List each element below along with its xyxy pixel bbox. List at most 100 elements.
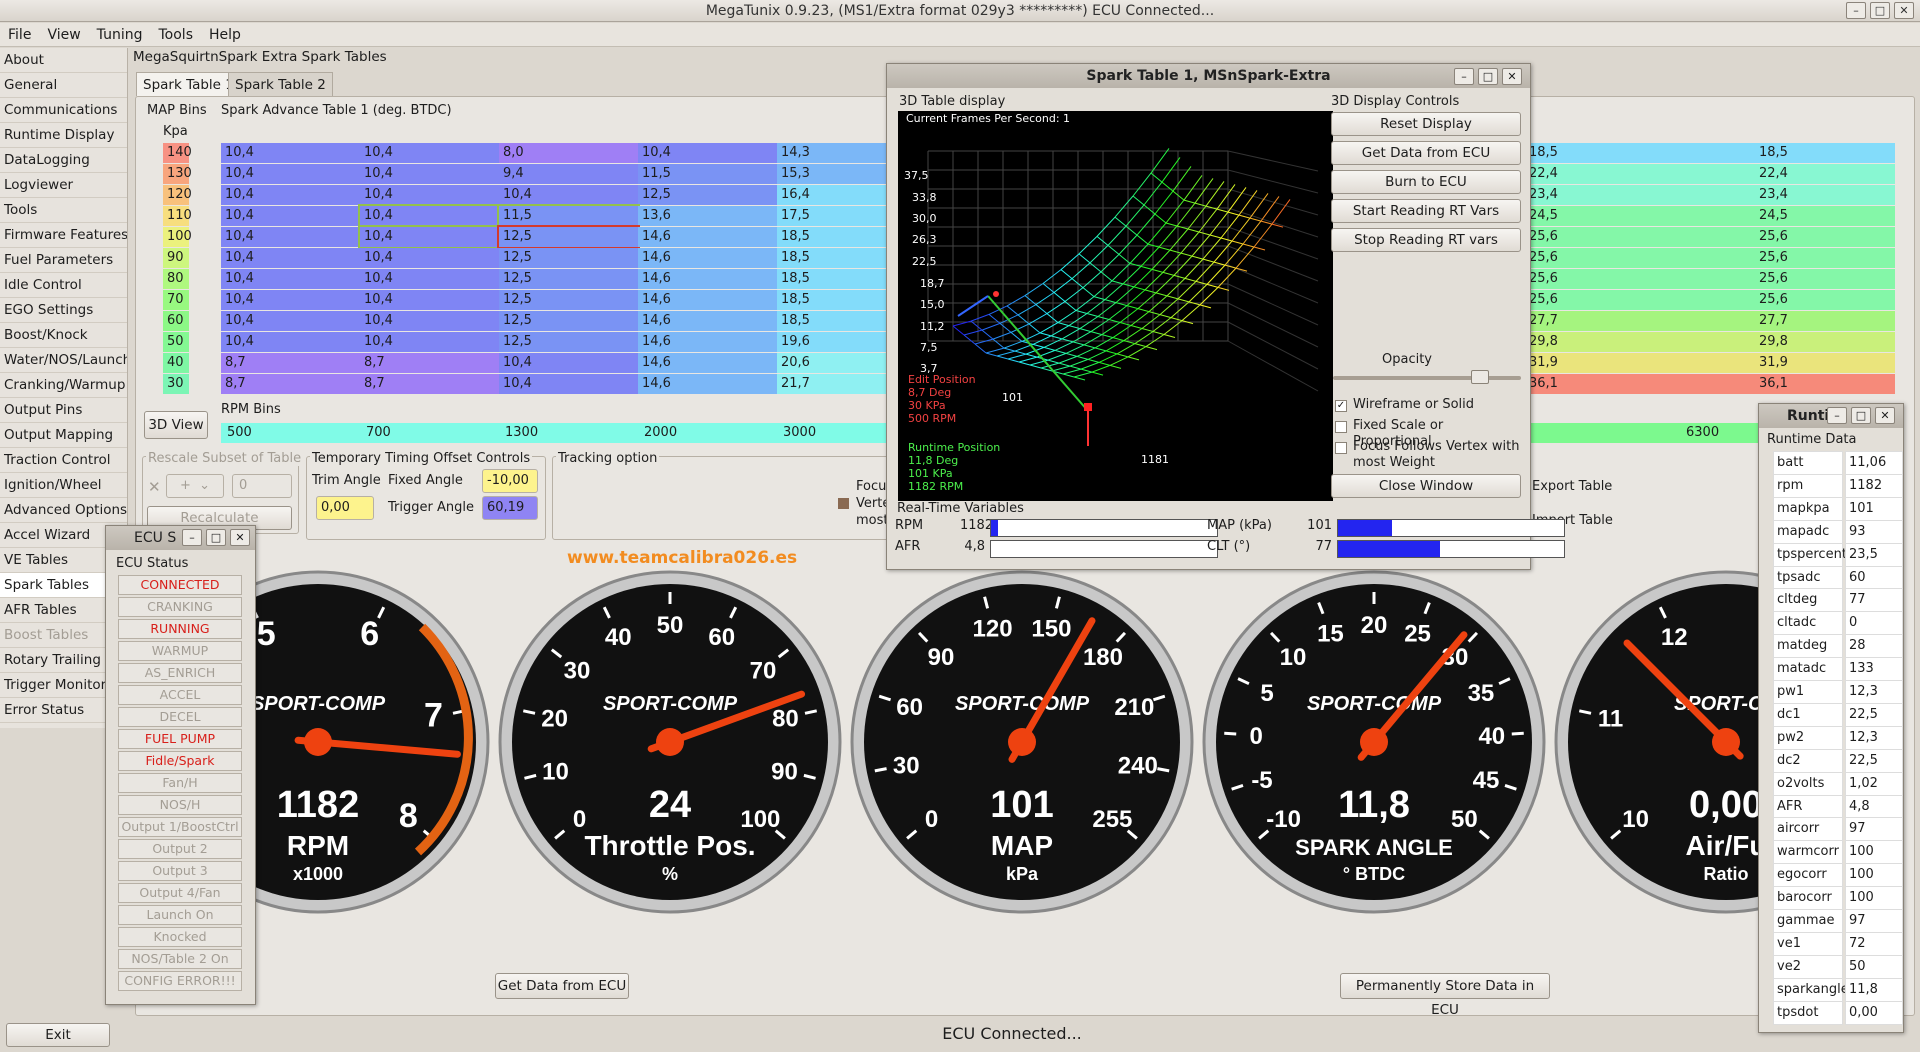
map-bin[interactable]: 30 <box>163 374 189 394</box>
table-cell[interactable]: 10,4 <box>360 143 499 163</box>
sidebar-item-tools[interactable]: Tools <box>0 198 127 223</box>
table-cell[interactable]: 23,4 <box>1755 185 1895 205</box>
menu-help[interactable]: Help <box>201 23 249 47</box>
ecu-minimize-button[interactable]: – <box>182 529 202 546</box>
table-cell[interactable]: 27,7 <box>1525 311 1755 331</box>
table-cell[interactable]: 9,4 <box>499 164 638 184</box>
sidebar-item-cranking-warmup[interactable]: Cranking/Warmup <box>0 373 127 398</box>
table-cell[interactable]: 10,4 <box>360 164 499 184</box>
table-cell[interactable]: 8,0 <box>499 143 638 163</box>
table-cell[interactable]: 18,5 <box>777 248 887 268</box>
close-button[interactable]: ✕ <box>1894 2 1914 19</box>
sidebar-item-ego-settings[interactable]: EGO Settings <box>0 298 127 323</box>
map-bin[interactable]: 140 <box>163 143 192 163</box>
rpm-bin[interactable]: 700 <box>362 423 391 443</box>
table-cell[interactable]: 8,7 <box>360 374 499 394</box>
table-cell[interactable]: 25,6 <box>1755 227 1895 247</box>
minimize-button[interactable]: – <box>1846 2 1866 19</box>
table-cell[interactable]: 10,4 <box>221 185 360 205</box>
rpm-bin[interactable]: 500 <box>223 423 252 443</box>
rt-minimize-button[interactable]: – <box>1827 407 1847 424</box>
menu-tuning[interactable]: Tuning <box>89 23 151 47</box>
table-cell[interactable]: 14,6 <box>638 269 777 289</box>
table-cell[interactable]: 10,4 <box>360 311 499 331</box>
table-cell[interactable]: 25,6 <box>1525 248 1755 268</box>
table-cell[interactable]: 14,6 <box>638 248 777 268</box>
table-cell[interactable]: 11,5 <box>497 204 640 228</box>
map-bin[interactable]: 130 <box>163 164 192 184</box>
table-cell[interactable]: 8,7 <box>221 353 360 373</box>
menu-view[interactable]: View <box>39 23 88 47</box>
table-cell[interactable]: 18,5 <box>1525 143 1755 163</box>
table-cell[interactable]: 18,5 <box>777 227 887 247</box>
table-cell[interactable]: 11,5 <box>638 164 777 184</box>
3d-canvas[interactable]: Current Frames Per Second: 1 37,5 33,8 30,… <box>898 111 1333 501</box>
sidebar-item-general[interactable]: General <box>0 73 127 98</box>
table-cell[interactable]: 8,7 <box>221 374 360 394</box>
table-cell[interactable]: 10,4 <box>221 227 360 247</box>
fixed-angle-input[interactable]: -10,00 <box>482 469 538 493</box>
sidebar-item-runtime-display[interactable]: Runtime Display <box>0 123 127 148</box>
table-cell[interactable]: 29,8 <box>1525 332 1755 352</box>
table-cell[interactable]: 10,4 <box>358 225 501 249</box>
table-cell[interactable]: 14,6 <box>638 332 777 352</box>
plus-minus-stepper[interactable]: + ⌄ <box>166 474 224 498</box>
sidebar-item-water-nos-launch[interactable]: Water/NOS/Launch <box>0 348 127 373</box>
rescale-input[interactable]: 0 <box>232 474 292 498</box>
table-cell[interactable]: 23,4 <box>1525 185 1755 205</box>
table-cell[interactable]: 25,6 <box>1755 269 1895 289</box>
sidebar-item-advanced-options[interactable]: Advanced Options <box>0 498 127 523</box>
table-cell[interactable]: 10,4 <box>221 311 360 331</box>
3d-view-button[interactable]: 3D View <box>144 411 208 439</box>
table-cell[interactable]: 10,4 <box>360 185 499 205</box>
sidebar-item-idle-control[interactable]: Idle Control <box>0 273 127 298</box>
table-cell[interactable]: 27,7 <box>1755 311 1895 331</box>
3d-stop-reading-rt-vars-button[interactable]: Stop Reading RT vars <box>1331 228 1521 252</box>
map-bin[interactable]: 110 <box>163 206 192 226</box>
tab-spark-table-2[interactable]: Spark Table 2 <box>228 72 333 96</box>
table-cell[interactable]: 14,6 <box>638 227 777 247</box>
3d-reset-display-button[interactable]: Reset Display <box>1331 112 1521 136</box>
map-bin[interactable]: 60 <box>163 311 189 331</box>
table-cell[interactable]: 10,4 <box>221 164 360 184</box>
table-cell[interactable]: 12,5 <box>499 311 638 331</box>
table-cell[interactable]: 12,5 <box>499 269 638 289</box>
sidebar-item-output-mapping[interactable]: Output Mapping <box>0 423 127 448</box>
3d-start-reading-rt-vars-button[interactable]: Start Reading RT Vars <box>1331 199 1521 223</box>
table-cell[interactable]: 12,5 <box>638 185 777 205</box>
table-cell[interactable]: 25,6 <box>1755 248 1895 268</box>
sidebar-item-logviewer[interactable]: Logviewer <box>0 173 127 198</box>
checkbox-partial[interactable] <box>838 498 849 509</box>
table-cell[interactable]: 18,5 <box>777 311 887 331</box>
table-cell[interactable]: 10,4 <box>221 206 360 226</box>
table-cell[interactable]: 10,4 <box>499 374 638 394</box>
table-cell[interactable]: 25,6 <box>1525 269 1755 289</box>
map-bin[interactable]: 50 <box>163 332 189 352</box>
table-cell[interactable]: 14,6 <box>638 353 777 373</box>
table-cell[interactable]: 10,4 <box>360 248 499 268</box>
table-cell[interactable]: 29,8 <box>1755 332 1895 352</box>
rt-maximize-button[interactable]: □ <box>1851 407 1871 424</box>
table-cell[interactable]: 36,1 <box>1525 374 1755 394</box>
rpm-bin[interactable]: 2000 <box>640 423 677 443</box>
maximize-button[interactable]: □ <box>1870 2 1890 19</box>
3d-maximize-button[interactable]: □ <box>1478 68 1498 85</box>
map-bin[interactable]: 40 <box>163 353 189 373</box>
sidebar-item-datalogging[interactable]: DataLogging <box>0 148 127 173</box>
map-bin[interactable]: 100 <box>163 227 192 247</box>
table-cell[interactable]: 14,6 <box>638 290 777 310</box>
sidebar-item-ignition-wheel[interactable]: Ignition/Wheel <box>0 473 127 498</box>
menu-tools[interactable]: Tools <box>151 23 202 47</box>
table-cell[interactable]: 10,4 <box>221 269 360 289</box>
table-cell[interactable]: 10,4 <box>221 332 360 352</box>
rt-close-icon[interactable]: ✕ <box>1875 407 1895 424</box>
table-cell[interactable]: 25,6 <box>1525 290 1755 310</box>
table-cell[interactable]: 12,5 <box>497 225 640 249</box>
sidebar-item-traction-control[interactable]: Traction Control <box>0 448 127 473</box>
table-cell[interactable]: 18,5 <box>777 290 887 310</box>
sidebar-item-about[interactable]: About <box>0 48 127 73</box>
table-cell[interactable]: 10,4 <box>221 143 360 163</box>
table-cell[interactable]: 12,5 <box>499 248 638 268</box>
checkbox-0[interactable]: ✓ <box>1335 400 1347 412</box>
table-cell[interactable]: 31,9 <box>1755 353 1895 373</box>
